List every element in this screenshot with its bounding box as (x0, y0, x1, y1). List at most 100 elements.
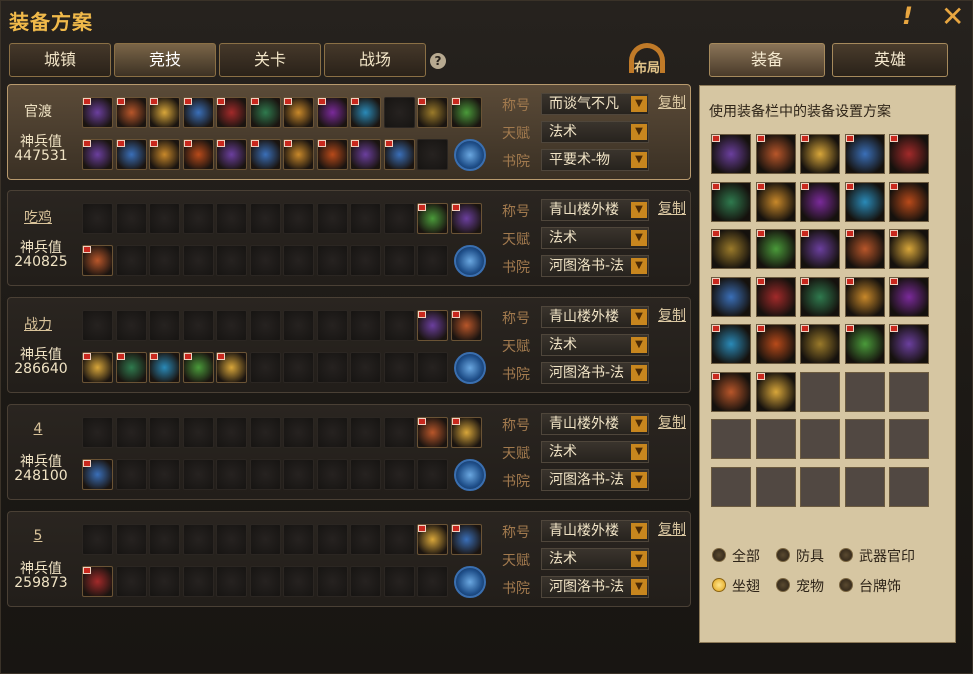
equipment-slot[interactable] (249, 310, 281, 341)
equipment-slot[interactable] (216, 203, 247, 234)
inventory-item[interactable] (889, 181, 929, 222)
copy-button[interactable]: 复制 (658, 519, 686, 539)
inventory-item[interactable] (844, 276, 885, 317)
equipment-slot[interactable] (82, 459, 113, 490)
equipment-slot[interactable] (82, 417, 113, 448)
title-select[interactable]: 而谈气不凡 ▼ (541, 93, 649, 115)
inventory-item[interactable] (711, 229, 751, 269)
equipment-slot[interactable] (316, 203, 348, 234)
equipment-slot[interactable] (417, 139, 448, 170)
inventory-item[interactable] (800, 181, 840, 222)
equipment-slot[interactable] (350, 97, 381, 128)
equipment-slot[interactable] (249, 566, 281, 597)
plan-name[interactable]: 5 (8, 528, 68, 544)
plan-row[interactable]: 战力 神兵值 286640 称号 天赋 书院 青山楼外楼 ▼ 法术 ▼ 河图洛书-法… (7, 297, 691, 393)
filter-radio[interactable] (776, 548, 790, 562)
inventory-item[interactable] (711, 324, 751, 364)
inventory-item[interactable] (711, 134, 751, 174)
equipment-slot[interactable] (450, 97, 482, 128)
inventory-item[interactable] (711, 371, 751, 412)
equipment-slot[interactable] (249, 97, 281, 128)
equipment-slot[interactable] (350, 459, 381, 490)
equipment-slot[interactable] (417, 310, 448, 341)
equipment-slot[interactable] (316, 310, 348, 341)
equipment-slot[interactable] (182, 566, 214, 597)
tab-hero[interactable]: 英雄 (832, 43, 948, 77)
plan-row[interactable]: 官渡 神兵值 447531 称号 天赋 书院 而谈气不凡 ▼ 法术 ▼ 平要术-物 ▼… (7, 84, 691, 180)
equipment-slot[interactable] (249, 352, 281, 383)
equipment-slot[interactable] (283, 245, 314, 276)
equipment-slot[interactable] (149, 524, 180, 555)
filter-radio[interactable] (839, 578, 853, 592)
equipment-slot[interactable] (316, 459, 348, 490)
plan-name[interactable]: 官渡 (8, 101, 68, 121)
equipment-slot[interactable] (216, 139, 247, 170)
equipment-slot[interactable] (249, 203, 281, 234)
equipment-slot[interactable] (82, 352, 113, 383)
equipment-slot[interactable] (115, 97, 147, 128)
tab-town[interactable]: 城镇 (9, 43, 111, 77)
plan-name[interactable]: 4 (8, 421, 68, 437)
equipment-slot[interactable] (149, 97, 180, 128)
equipment-slot[interactable] (149, 245, 180, 276)
equipment-slot[interactable] (383, 352, 415, 383)
equipment-slot[interactable] (350, 524, 381, 555)
inventory-item[interactable] (755, 181, 796, 222)
title-select[interactable]: 青山楼外楼 ▼ (541, 413, 649, 435)
close-icon[interactable]: ✕ (941, 0, 964, 33)
equipment-slot[interactable] (182, 352, 214, 383)
equipment-slot[interactable] (216, 459, 247, 490)
academy-select[interactable]: 河图洛书-法 ▼ (541, 469, 649, 491)
filter-label[interactable]: 全部 (732, 546, 760, 566)
equipment-slot[interactable] (350, 245, 381, 276)
equipment-slot[interactable] (182, 417, 214, 448)
equipment-slot[interactable] (383, 139, 415, 170)
layout-button[interactable]: 布局 (625, 43, 669, 76)
equipment-slot[interactable] (249, 524, 281, 555)
filter-radio[interactable] (712, 548, 726, 562)
equipment-slot[interactable] (115, 417, 147, 448)
equipment-slot[interactable] (149, 417, 180, 448)
academy-select[interactable]: 河图洛书-法 ▼ (541, 362, 649, 384)
equipment-slot[interactable] (283, 139, 314, 170)
equipment-slot[interactable] (316, 417, 348, 448)
equipment-slot[interactable] (350, 139, 381, 170)
equipment-slot[interactable] (350, 566, 381, 597)
equipment-slot[interactable] (82, 524, 113, 555)
inventory-item[interactable] (889, 276, 929, 317)
equipment-slot[interactable] (383, 566, 415, 597)
equipment-slot[interactable] (283, 566, 314, 597)
plan-name[interactable]: 吃鸡 (8, 207, 68, 227)
equipment-slot[interactable] (115, 139, 147, 170)
equipment-slot[interactable] (316, 139, 348, 170)
equipment-slot[interactable] (149, 352, 180, 383)
equipment-slot[interactable] (115, 352, 147, 383)
equipment-slot[interactable] (283, 459, 314, 490)
inventory-item[interactable] (755, 134, 796, 174)
title-select[interactable]: 青山楼外楼 ▼ (541, 306, 649, 328)
equipment-slot[interactable] (82, 97, 113, 128)
inventory-item[interactable] (844, 181, 885, 222)
equipment-slot[interactable] (216, 97, 247, 128)
equipment-slot[interactable] (149, 139, 180, 170)
equipment-slot[interactable] (149, 459, 180, 490)
equipment-slot[interactable] (182, 245, 214, 276)
title-select[interactable]: 青山楼外楼 ▼ (541, 199, 649, 221)
equipment-slot[interactable] (383, 524, 415, 555)
inventory-item[interactable] (800, 229, 840, 269)
equipment-slot[interactable] (115, 459, 147, 490)
help-icon[interactable]: ? (430, 53, 446, 69)
talent-select[interactable]: 法术 ▼ (541, 121, 649, 143)
equipment-slot[interactable] (450, 203, 482, 234)
equipment-slot[interactable] (149, 203, 180, 234)
equipment-slot[interactable] (316, 352, 348, 383)
equipment-slot[interactable] (316, 524, 348, 555)
filter-radio[interactable] (839, 548, 853, 562)
equipment-slot[interactable] (216, 352, 247, 383)
filter-label[interactable]: 武器官印 (859, 546, 915, 566)
academy-select[interactable]: 平要术-物 ▼ (541, 149, 649, 171)
filter-label[interactable]: 宠物 (796, 576, 824, 596)
equipment-slot[interactable] (249, 139, 281, 170)
equipment-slot[interactable] (182, 97, 214, 128)
equipment-slot[interactable] (383, 459, 415, 490)
